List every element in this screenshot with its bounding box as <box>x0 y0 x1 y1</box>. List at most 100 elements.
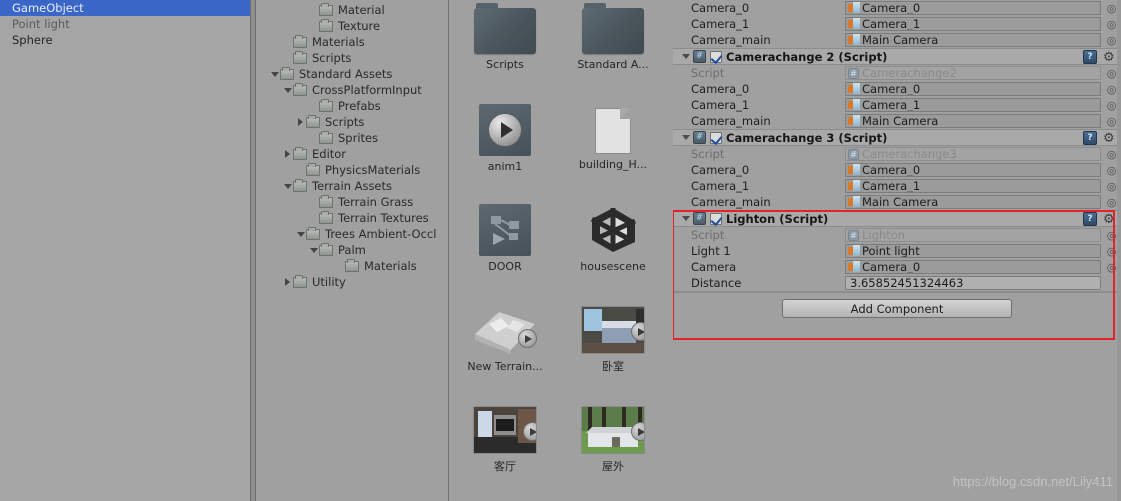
project-tree-row[interactable]: Palm <box>256 242 448 258</box>
project-tree-row[interactable]: Materials <box>256 258 448 274</box>
asset-grid-item[interactable]: Scripts <box>453 0 557 100</box>
object-reference-field[interactable]: Main Camera <box>845 33 1101 47</box>
project-tree-row[interactable]: Sprites <box>256 130 448 146</box>
inspector-property-row: Light 1 Point light ◎ <box>673 243 1121 259</box>
asset-grid-item[interactable]: DOOR <box>453 200 557 300</box>
inspector-scrollbar[interactable] <box>1117 0 1121 501</box>
hierarchy-item[interactable]: Sphere <box>0 32 250 48</box>
scene-play-badge[interactable] <box>523 422 536 441</box>
chevron-right-icon[interactable] <box>295 114 306 130</box>
animation-clip-icon <box>479 104 531 156</box>
object-reference-field[interactable]: Camera_0 <box>845 82 1101 96</box>
script-reference-field[interactable]: # Lighton <box>845 228 1101 242</box>
field-value: Camera_1 <box>862 179 921 193</box>
folder-icon <box>319 18 333 32</box>
asset-grid-item[interactable]: anim1 <box>453 100 557 200</box>
object-reference-field[interactable]: Main Camera <box>845 195 1101 209</box>
number-input[interactable]: 3.65852451324463 <box>845 276 1101 290</box>
project-tree-row[interactable]: Materials <box>256 34 448 50</box>
project-tree-row[interactable]: Editor <box>256 146 448 162</box>
object-reference-field[interactable]: Main Camera <box>845 114 1101 128</box>
project-asset-grid[interactable]: Scripts Standard A... anim1 building_H... DO… <box>449 0 673 501</box>
script-reference-field[interactable]: # Camerachange2 <box>845 66 1101 80</box>
field-value: Camerachange3 <box>862 147 957 161</box>
scene-preview-thumbnail <box>581 406 645 454</box>
project-tree-row[interactable]: Texture <box>256 18 448 34</box>
component-header[interactable]: # Camerachange 3 (Script)? ⚙ <box>673 129 1121 146</box>
gear-icon[interactable]: ⚙ <box>1103 132 1116 145</box>
gear-icon[interactable]: ⚙ <box>1103 51 1116 64</box>
scene-play-badge[interactable] <box>631 322 644 341</box>
help-book-icon[interactable]: ? <box>1083 50 1097 64</box>
project-tree-row[interactable]: PhysicsMaterials <box>256 162 448 178</box>
chevron-down-icon[interactable] <box>282 178 293 194</box>
object-reference-field[interactable]: Point light <box>845 244 1101 258</box>
folder-icon <box>319 194 333 208</box>
asset-grid-items: Scripts Standard A... anim1 building_H... DO… <box>449 0 673 501</box>
chevron-right-icon[interactable] <box>282 274 293 290</box>
hierarchy-item[interactable]: Point light <box>0 16 250 32</box>
project-tree-row[interactable]: Trees Ambient-Occl <box>256 226 448 242</box>
chevron-down-icon[interactable] <box>282 82 293 98</box>
asset-grid-item[interactable]: New Terrain... <box>453 300 557 400</box>
project-tree-row[interactable]: Scripts <box>256 114 448 130</box>
property-label: Light 1 <box>691 244 731 258</box>
object-reference-field[interactable]: Camera_1 <box>845 98 1101 112</box>
inspector-property-row: Script # Camerachange3 ◎ <box>673 146 1121 162</box>
folder-icon <box>319 130 333 144</box>
component-enabled-checkbox[interactable] <box>710 131 722 144</box>
component-header[interactable]: # Lighton (Script)? ⚙ <box>673 210 1121 227</box>
project-tree-row[interactable]: Terrain Assets <box>256 178 448 194</box>
project-tree-row[interactable]: CrossPlatformInput <box>256 82 448 98</box>
asset-grid-item[interactable]: building_H... <box>561 100 665 200</box>
asset-grid-item[interactable]: housescene <box>561 200 665 300</box>
project-tree-row[interactable]: Material <box>256 2 448 18</box>
project-tree-row[interactable]: Terrain Grass <box>256 194 448 210</box>
inspector-property-row: Camera_1 Camera_1 ◎ <box>673 97 1121 113</box>
object-reference-field[interactable]: Camera_0 <box>845 260 1101 274</box>
project-tree-row[interactable]: Terrain Textures <box>256 210 448 226</box>
asset-grid-item[interactable]: 屋外 <box>561 400 665 500</box>
property-label: Script <box>691 228 725 242</box>
project-folder-tree[interactable]: Material Texture Materials Scripts Standard … <box>256 0 448 501</box>
asset-grid-item[interactable]: 客厅 <box>453 400 557 500</box>
chevron-down-icon[interactable] <box>269 66 280 82</box>
asset-grid-item[interactable]: 卧室 <box>561 300 665 400</box>
project-tree-row[interactable]: Standard Assets <box>256 66 448 82</box>
object-reference-field[interactable]: Camera_1 <box>845 179 1101 193</box>
asset-label: DOOR <box>488 260 522 273</box>
gear-icon[interactable]: ⚙ <box>1103 213 1116 226</box>
chevron-down-icon[interactable] <box>681 48 693 65</box>
object-reference-field[interactable]: Camera_0 <box>845 1 1101 15</box>
script-reference-field[interactable]: # Camerachange3 <box>845 147 1101 161</box>
add-component-button[interactable]: Add Component <box>782 299 1012 318</box>
csharp-script-icon: # <box>848 148 859 160</box>
chevron-down-icon[interactable] <box>681 129 693 146</box>
project-tree-row[interactable]: Prefabs <box>256 98 448 114</box>
folder-thumbnail-icon <box>582 3 644 54</box>
component-enabled-checkbox[interactable] <box>710 50 722 63</box>
project-tree-label: Materials <box>312 35 365 49</box>
inspector-property-row: Camera_0 Camera_0 ◎ <box>673 162 1121 178</box>
component-enabled-checkbox[interactable] <box>710 212 722 225</box>
scene-play-badge[interactable] <box>631 422 644 441</box>
object-reference-field[interactable]: Camera_1 <box>845 17 1101 31</box>
help-book-icon[interactable]: ? <box>1083 212 1097 226</box>
document-asset-icon <box>595 108 631 154</box>
asset-grid-item[interactable]: Standard A... <box>561 0 665 100</box>
component-title: Camerachange 2 (Script) <box>726 49 888 64</box>
project-tree-row[interactable]: Scripts <box>256 50 448 66</box>
chevron-right-icon[interactable] <box>282 146 293 162</box>
chevron-down-icon[interactable] <box>681 210 693 227</box>
field-value: Camera_0 <box>862 82 921 96</box>
component-header[interactable]: # Camerachange 2 (Script)? ⚙ <box>673 48 1121 65</box>
chevron-down-icon[interactable] <box>308 242 319 258</box>
object-reference-field[interactable]: Camera_0 <box>845 163 1101 177</box>
scene-play-badge[interactable] <box>518 329 537 348</box>
property-label: Distance <box>691 276 742 290</box>
chevron-down-icon[interactable] <box>295 226 306 242</box>
project-tree-row[interactable]: Utility <box>256 274 448 290</box>
hierarchy-item[interactable]: GameObject <box>0 0 250 16</box>
help-book-icon[interactable]: ? <box>1083 131 1097 145</box>
